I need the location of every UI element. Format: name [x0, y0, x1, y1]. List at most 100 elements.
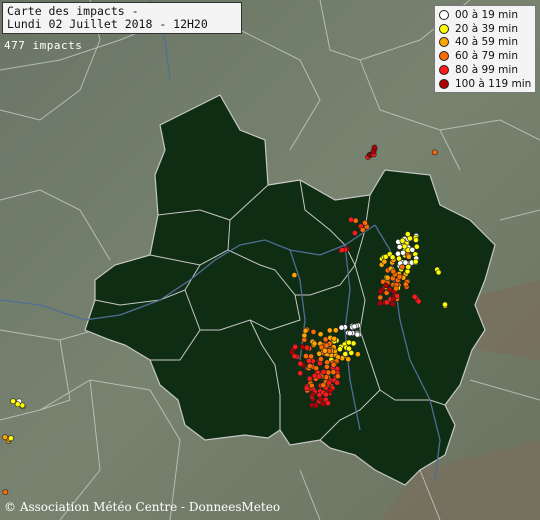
legend-label: 80 à 99 min: [455, 64, 518, 77]
lightning-impact: [409, 246, 416, 253]
lightning-impact: [395, 250, 401, 257]
lightning-impact: [320, 368, 327, 375]
lightning-impact: [14, 401, 21, 408]
lightning-impact: [412, 258, 419, 265]
lightning-impact: [384, 274, 391, 281]
lightning-impact: [381, 258, 388, 265]
lightning-impact: [354, 351, 361, 358]
legend-label: 100 à 119 min: [455, 77, 532, 90]
lightning-impact: [396, 244, 403, 250]
copyright: © Association Météo Centre - DonneesMete…: [4, 500, 281, 514]
lightning-impact: [351, 230, 358, 236]
lightning-impact: [396, 255, 402, 262]
legend-item: 40 à 59 min: [439, 36, 531, 50]
lightning-impact: [306, 363, 313, 369]
lightning-impact: [330, 369, 337, 375]
legend-item: 00 à 19 min: [439, 8, 531, 22]
lightning-impact: [402, 281, 409, 288]
lightning-impact: [323, 342, 330, 349]
lightning-impact: [431, 149, 438, 156]
lightning-impact: [399, 237, 406, 244]
lightning-impact: [325, 369, 332, 376]
lightning-impact: [10, 398, 16, 405]
lightning-impact: [332, 327, 339, 334]
lightning-impact: [291, 353, 298, 360]
lightning-impact: [396, 273, 403, 280]
legend-swatch: [439, 37, 449, 48]
lightning-impact: [2, 489, 9, 496]
lightning-impact: [327, 387, 334, 394]
lightning-impact: [323, 363, 330, 370]
lightning-impact: [316, 350, 323, 357]
lightning-impact: [320, 382, 327, 389]
lightning-impact: [338, 324, 345, 331]
lightning-impact: [354, 331, 361, 338]
lightning-impact: [331, 335, 338, 342]
lightning-impact: [348, 216, 354, 223]
legend-item: 100 à 119 min: [439, 77, 531, 91]
lightning-impact: [442, 301, 448, 308]
lightning-impact: [347, 330, 353, 337]
lightning-impact: [393, 285, 399, 292]
lightning-impact: [352, 217, 359, 224]
lightning-impact: [415, 298, 422, 305]
legend-item: 60 à 79 min: [439, 49, 531, 63]
lightning-impact: [317, 356, 324, 362]
lightning-impact: [401, 243, 408, 250]
lightning-impact: [291, 272, 298, 278]
lightning-impact: [7, 435, 14, 442]
lightning-impact: [316, 373, 322, 380]
legend-item: 80 à 99 min: [439, 63, 531, 77]
lightning-impact: [309, 391, 316, 398]
lightning-impact: [312, 402, 319, 409]
lightning-impact: [382, 282, 389, 289]
lightning-impact: [292, 343, 299, 350]
lightning-impact: [317, 396, 324, 402]
lightning-impact: [359, 226, 366, 233]
lightning-impact: [350, 340, 357, 347]
lightning-impact: [413, 237, 419, 243]
lightning-impact: [302, 353, 309, 359]
lightning-impact: [346, 345, 352, 352]
lightning-impact: [351, 323, 358, 330]
lightning-impact: [302, 327, 309, 334]
lightning-impact: [371, 144, 378, 151]
lightning-impact: [304, 344, 310, 351]
lightning-impact: [336, 346, 343, 353]
lightning-impact: [390, 268, 397, 275]
lightning-impact: [305, 357, 312, 364]
lightning-impact: [377, 300, 383, 307]
lightning-impact: [306, 375, 313, 382]
lightning-impact: [405, 263, 412, 270]
impacts-count: 477 impacts: [4, 39, 83, 52]
legend: 00 à 19 min 20 à 39 min 40 à 59 min 60 à 79…: [434, 5, 536, 93]
lightning-impact: [362, 219, 368, 226]
lightning-impact: [405, 253, 412, 260]
legend-swatch: [439, 78, 449, 89]
lightning-impact: [301, 332, 308, 339]
legend-swatch: [439, 23, 449, 34]
legend-swatch: [439, 65, 449, 76]
legend-swatch: [439, 9, 449, 20]
lightning-impact: [326, 327, 333, 334]
legend-swatch: [439, 51, 449, 62]
legend-label: 60 à 79 min: [455, 50, 518, 63]
lightning-impact: [317, 331, 324, 338]
lightning-impact: [311, 340, 318, 347]
lightning-impact: [400, 249, 406, 256]
lightning-impact: [325, 400, 331, 406]
legend-label: 40 à 59 min: [455, 36, 518, 49]
lightning-impact: [339, 247, 346, 253]
lightning-impact: [377, 294, 384, 301]
lightning-impact: [345, 356, 352, 363]
lightning-impact: [345, 339, 352, 346]
map-date: Lundi 02 Juillet 2018 - 12H20: [7, 17, 208, 31]
lightning-impact: [297, 360, 304, 367]
lightning-impact: [334, 379, 340, 386]
lightning-impact: [389, 254, 396, 261]
lightning-impact: [330, 361, 337, 368]
lightning-impact: [377, 288, 384, 295]
lightning-impact: [411, 293, 418, 300]
legend-item: 20 à 39 min: [439, 22, 531, 36]
lightning-impact: [2, 434, 8, 441]
